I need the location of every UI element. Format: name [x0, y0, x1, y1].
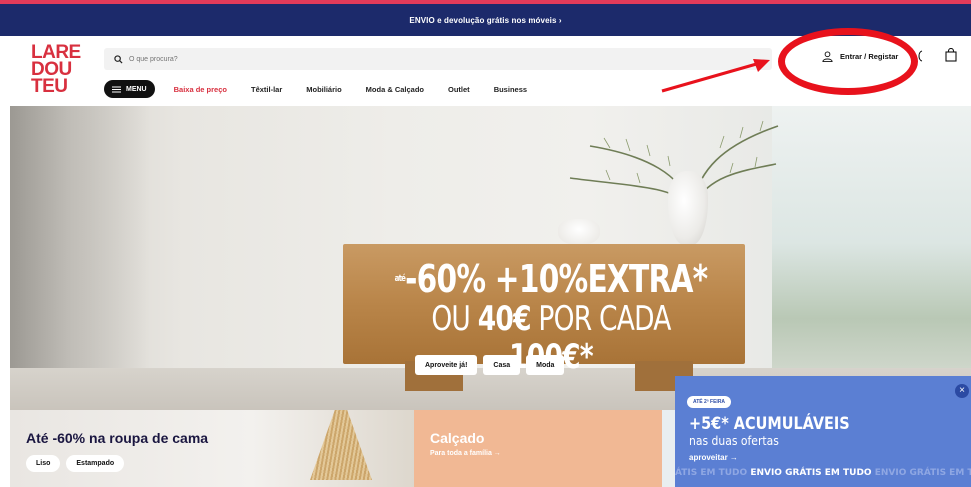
plain-button[interactable]: Liso [26, 455, 61, 472]
footwear-card-link[interactable]: Para toda a família → [430, 450, 501, 457]
ticker-ghost-1: ÁTIS EM TUDO [675, 468, 751, 478]
promo-popup[interactable]: × ATÉ 2ª FEIRA +5€* ACUMULÁVEIS nas duas… [675, 376, 971, 487]
hero-line-1-main: -60% +10%EXTRA* [405, 257, 708, 301]
hero-banner[interactable]: até-60% +10%EXTRA* OU 40€ POR CADA 100€*… [10, 106, 971, 410]
fashion-button[interactable]: Moda [526, 355, 565, 375]
popup-subtitle: nas duas ofertas [689, 434, 779, 448]
bedding-card[interactable]: Até -60% na roupa de cama Liso Estampado [10, 410, 414, 487]
vase-image [668, 171, 708, 245]
take-advantage-button[interactable]: Aproveite já! [415, 355, 478, 375]
brand-logo[interactable]: LARE DOU TEU [31, 43, 89, 100]
main-nav: MENU Baixa de preço Têxtil-lar Mobiliári… [104, 80, 527, 98]
page: ENVIO e devolução grátis nos móveis › LA… [0, 0, 971, 487]
hero-wall-shadow [10, 106, 150, 410]
hero-line-2-prefix: OU [431, 299, 478, 339]
lamp-image [310, 410, 372, 480]
hero-buttons: Aproveite já! Casa Moda [415, 355, 565, 375]
popup-title: +5€* ACUMULÁVEIS [689, 414, 850, 434]
plant-leaves-image [569, 120, 779, 205]
bedding-card-title: Até -60% na roupa de cama [26, 430, 209, 446]
annotation-ellipse [778, 28, 918, 95]
popup-link[interactable]: aproveitar → [689, 453, 738, 462]
popup-badge: ATÉ 2ª FEIRA [687, 396, 732, 408]
hero-line-1-small: até [394, 274, 406, 284]
nav-item-outlet[interactable]: Outlet [448, 85, 470, 94]
nav-item-business[interactable]: Business [494, 85, 527, 94]
hero-line-1: até-60% +10%EXTRA* [391, 258, 711, 300]
bedding-card-pills: Liso Estampado [26, 455, 125, 472]
popup-ticker: ÁTIS EM TUDO ENVIO GRÁTIS EM TUDO ENVIO … [675, 468, 971, 478]
ticker-ghost-2: ENVIO GRÁTIS EM TUD [874, 468, 971, 478]
annotation-arrow-icon [661, 59, 770, 93]
menu-label: MENU [126, 85, 147, 93]
search-icon [114, 54, 123, 64]
footwear-card-title: Calçado [430, 430, 485, 446]
close-icon[interactable]: × [955, 384, 969, 398]
footwear-card[interactable]: Calçado Para toda a família → [414, 410, 662, 487]
nav-item-price-drop[interactable]: Baixa de preço [174, 85, 227, 94]
home-button[interactable]: Casa [483, 355, 521, 375]
nav-item-fashion-shoes[interactable]: Moda & Calçado [366, 85, 424, 94]
decor-object-image [558, 219, 600, 245]
search-input[interactable] [129, 55, 729, 63]
logo-line-3: TEU [31, 76, 68, 97]
menu-button[interactable]: MENU [104, 80, 155, 98]
nav-item-furniture[interactable]: Mobiliário [306, 85, 341, 94]
hero-line-2-amount: 40€ [477, 299, 532, 339]
favorites-icon[interactable] [917, 50, 926, 62]
printed-button[interactable]: Estampado [66, 455, 125, 472]
shopping-bag-icon[interactable] [945, 48, 957, 62]
promo-text: ENVIO e devolução grátis nos móveis › [409, 15, 562, 25]
ticker-main: ENVIO GRÁTIS EM TUDO [750, 468, 875, 478]
nav-item-home-textiles[interactable]: Têxtil-lar [251, 85, 282, 94]
hero-window [772, 106, 971, 410]
hamburger-icon [112, 86, 121, 92]
hero-line-2-mid: POR CADA [530, 299, 671, 339]
